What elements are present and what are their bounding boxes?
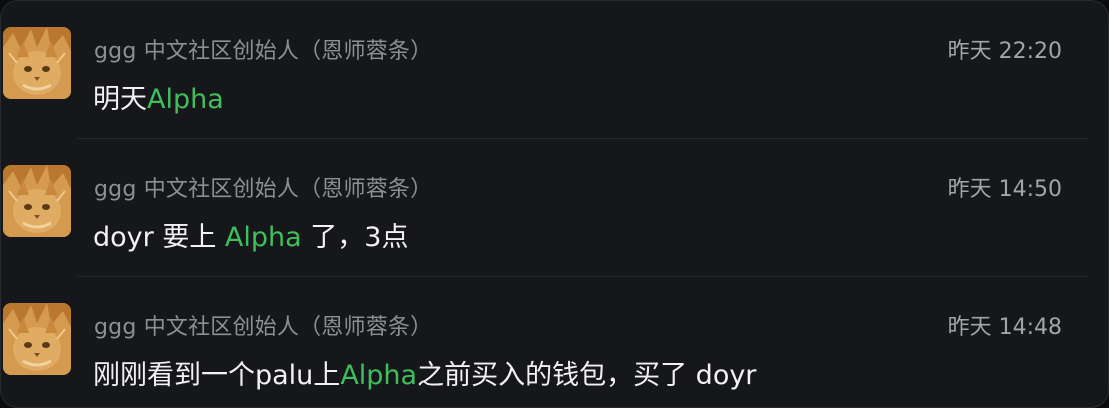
highlighted-keyword: Alpha xyxy=(147,84,224,115)
message-text-part: 明天 xyxy=(93,84,147,115)
avatar[interactable] xyxy=(3,303,71,375)
timestamp: 昨天 22:20 xyxy=(947,39,1062,64)
sender-name[interactable]: ggg 中文社区创始人（恩师蓉条） xyxy=(94,309,432,341)
sender-name[interactable]: ggg 中文社区创始人（恩师蓉条） xyxy=(94,171,432,203)
message-item[interactable]: ggg 中文社区创始人（恩师蓉条） 昨天 14:50 doyr 要上 Alpha… xyxy=(1,139,1108,277)
timestamp: 昨天 14:48 xyxy=(947,315,1062,340)
message-text: 刚刚看到一个palu上Alpha之前买入的钱包，买了 doyr xyxy=(93,353,756,392)
message-item[interactable]: ggg 中文社区创始人（恩师蓉条） 昨天 22:20 明天Alpha xyxy=(1,1,1108,139)
sender-name[interactable]: ggg 中文社区创始人（恩师蓉条） xyxy=(94,33,432,65)
message-text-part: 之前买入的钱包，买了 doyr xyxy=(417,360,757,391)
highlighted-keyword: Alpha xyxy=(224,222,302,253)
timestamp: 昨天 14:50 xyxy=(947,177,1062,202)
cat-avatar-icon xyxy=(3,165,71,237)
cat-avatar-icon xyxy=(3,303,71,375)
message-text: 明天Alpha xyxy=(93,77,224,116)
message-text: doyr 要上 Alpha 了，3点 xyxy=(93,215,408,254)
message-item[interactable]: ggg 中文社区创始人（恩师蓉条） 昨天 14:48 刚刚看到一个palu上Al… xyxy=(1,277,1108,407)
avatar[interactable] xyxy=(3,165,71,237)
message-list: ggg 中文社区创始人（恩师蓉条） 昨天 22:20 明天Alpha ggg 中… xyxy=(0,0,1109,408)
cat-avatar-icon xyxy=(3,27,71,99)
message-text-part: 了，3点 xyxy=(301,222,409,253)
avatar[interactable] xyxy=(3,27,71,99)
message-text-part: 刚刚看到一个palu上 xyxy=(93,360,341,391)
highlighted-keyword: Alpha xyxy=(340,360,418,391)
message-text-part: doyr 要上 xyxy=(93,222,225,253)
